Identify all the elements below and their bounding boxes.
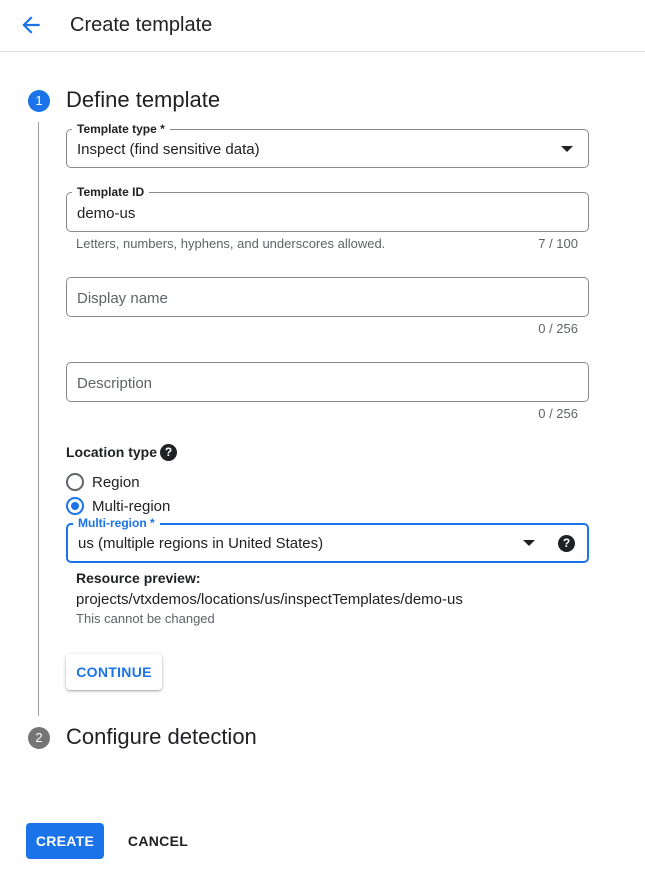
create-button[interactable]: CREATE [26,823,104,859]
template-type-select[interactable]: Template type * Inspect (find sensitive … [66,122,589,168]
continue-button[interactable]: CONTINUE [66,654,162,690]
template-id-label: Template ID [72,185,150,199]
location-type-label: Location type [66,444,158,460]
description-counter: 0 / 256 [538,406,578,421]
template-type-label: Template type * [72,122,170,136]
page-header: Create template [0,0,645,52]
description-field[interactable] [66,362,589,402]
template-id-field[interactable]: Template ID [66,185,589,232]
multi-region-value: us (multiple regions in United States) [78,535,324,552]
step-2-title[interactable]: Configure detection [66,723,257,751]
step-2-indicator: 2 [28,727,50,749]
cancel-button[interactable]: CANCEL [118,823,198,859]
step-1-indicator: 1 [28,90,50,112]
multi-region-label: Multi-region * [73,516,160,530]
multi-region-radio[interactable] [66,497,84,515]
dropdown-arrow-icon [523,540,535,546]
multi-region-select[interactable]: Multi-region * us (multiple regions in U… [66,516,589,563]
multi-region-radio-label[interactable]: Multi-region [92,498,170,516]
page-title: Create template [70,14,213,36]
resource-preview-value: projects/vtxdemos/locations/us/inspectTe… [76,591,463,608]
template-id-hint: Letters, numbers, hyphens, and underscor… [76,236,386,251]
step-1-title[interactable]: Define template [66,86,220,114]
location-type-help-icon[interactable]: ? [160,444,177,461]
resource-preview-note: This cannot be changed [76,611,215,626]
stepper-connector [38,122,39,716]
template-type-value: Inspect (find sensitive data) [77,141,260,158]
resource-preview-label: Resource preview: [76,570,201,586]
display-name-input[interactable] [77,287,557,309]
region-radio-label[interactable]: Region [92,474,140,492]
arrow-back-icon[interactable] [18,12,44,38]
multi-region-help-icon[interactable]: ? [558,535,575,552]
template-id-counter: 7 / 100 [538,236,578,251]
dropdown-arrow-icon [561,146,573,152]
display-name-field[interactable] [66,277,589,317]
display-name-counter: 0 / 256 [538,321,578,336]
region-radio[interactable] [66,473,84,491]
template-id-input[interactable] [77,202,557,224]
description-input[interactable] [77,372,557,394]
